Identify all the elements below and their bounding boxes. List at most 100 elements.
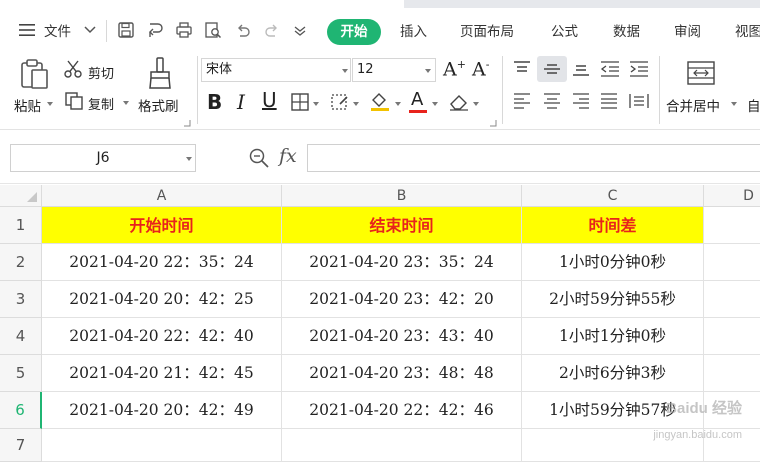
row-header-7[interactable]: 7 <box>0 429 42 462</box>
cell-d1[interactable] <box>704 207 760 244</box>
row-header-6-selected[interactable]: 6 <box>0 392 42 429</box>
font-name-select[interactable]: 宋体 <box>201 58 351 82</box>
row-header-2[interactable]: 2 <box>0 244 42 281</box>
row-header-5[interactable]: 5 <box>0 355 42 392</box>
copy-icon[interactable] <box>64 91 84 111</box>
group-launcher-icon[interactable] <box>183 119 191 127</box>
cell-b7[interactable] <box>282 429 522 462</box>
decrease-indent-icon[interactable] <box>599 60 621 78</box>
cell-d4[interactable] <box>704 318 760 355</box>
data-cell[interactable]: 2021-04-20 20：42：49 <box>42 392 282 429</box>
data-cell[interactable]: 2021-04-20 22：35：24 <box>42 244 282 281</box>
header-cell-end-time[interactable]: 结束时间 <box>282 207 522 244</box>
data-cell[interactable]: 2021-04-20 23：43：40 <box>282 318 522 355</box>
distributed-align-icon[interactable] <box>628 92 650 110</box>
hamburger-menu-icon[interactable] <box>18 23 36 37</box>
paste-icon[interactable] <box>18 58 50 90</box>
tab-insert[interactable]: 插入 <box>400 20 427 40</box>
column-header-a[interactable]: A <box>42 185 282 207</box>
underline-icon[interactable]: U <box>262 88 277 112</box>
tab-review[interactable]: 审阅 <box>674 20 701 40</box>
row-header-4[interactable]: 4 <box>0 318 42 355</box>
print-icon[interactable] <box>175 21 193 39</box>
clear-format-icon[interactable] <box>448 92 470 112</box>
cell-style-dropdown-caret[interactable] <box>353 102 359 106</box>
increase-indent-icon[interactable] <box>628 60 650 78</box>
decrease-font-size-icon[interactable]: A- <box>472 58 489 80</box>
align-left-icon[interactable] <box>512 92 532 110</box>
file-menu[interactable]: 文件 <box>44 20 71 40</box>
group-launcher-icon[interactable] <box>489 119 497 127</box>
function-icon[interactable]: fx <box>279 145 297 167</box>
tab-formulas[interactable]: 公式 <box>551 20 578 40</box>
paste-dropdown-caret[interactable] <box>47 102 53 106</box>
copy-button[interactable]: 复制 <box>88 94 114 113</box>
copy-dropdown-caret[interactable] <box>123 101 129 105</box>
font-size-select[interactable]: 12 <box>352 58 436 82</box>
merge-center-icon[interactable] <box>686 60 716 86</box>
data-cell[interactable]: 1小时1分钟0秒 <box>522 318 704 355</box>
clear-format-dropdown-caret[interactable] <box>473 102 479 106</box>
chevron-down-icon[interactable] <box>84 25 96 35</box>
border-icon[interactable] <box>290 92 310 112</box>
data-cell[interactable]: 2021-04-20 23：48：48 <box>282 355 522 392</box>
fill-color-icon[interactable] <box>369 90 391 112</box>
merge-center-button[interactable]: 合并居中 <box>666 95 720 115</box>
italic-icon[interactable]: I <box>237 90 245 114</box>
export-icon[interactable] <box>146 21 164 39</box>
format-painter-button[interactable]: 格式刷 <box>138 95 179 115</box>
data-cell[interactable]: 2021-04-20 20：42：25 <box>42 281 282 318</box>
data-cell[interactable]: 2小时59分钟55秒 <box>522 281 704 318</box>
data-cell[interactable]: 1小时0分钟0秒 <box>522 244 704 281</box>
column-header-d[interactable]: D <box>704 185 760 207</box>
data-cell[interactable]: 2小时6分钟3秒 <box>522 355 704 392</box>
cell-style-icon[interactable] <box>330 92 350 112</box>
name-box[interactable]: J6 <box>10 144 196 172</box>
row-header-1[interactable]: 1 <box>0 207 42 244</box>
data-cell[interactable]: 2021-04-20 22：42：40 <box>42 318 282 355</box>
align-bottom-icon[interactable] <box>571 60 591 78</box>
formula-input[interactable] <box>307 144 760 172</box>
data-cell[interactable]: 2021-04-20 23：35：24 <box>282 244 522 281</box>
border-dropdown-caret[interactable] <box>313 102 319 106</box>
undo-icon[interactable] <box>234 21 252 39</box>
justify-icon[interactable] <box>599 92 619 110</box>
data-cell[interactable]: 2021-04-20 23：42：20 <box>282 281 522 318</box>
merge-dropdown-caret[interactable] <box>731 102 737 106</box>
auto-wrap-button[interactable]: 自 <box>747 95 760 115</box>
bold-icon[interactable]: B <box>207 90 222 114</box>
align-middle-icon[interactable] <box>542 60 562 78</box>
header-cell-start-time[interactable]: 开始时间 <box>42 207 282 244</box>
print-preview-icon[interactable] <box>204 21 222 39</box>
zoom-search-icon[interactable] <box>248 147 270 169</box>
tab-page-layout[interactable]: 页面布局 <box>460 20 514 40</box>
more-commands-icon[interactable] <box>293 24 307 36</box>
redo-icon[interactable] <box>263 21 281 39</box>
select-all-corner[interactable] <box>0 185 42 207</box>
cell-d3[interactable] <box>704 281 760 318</box>
align-center-icon[interactable] <box>542 92 562 110</box>
cut-button[interactable]: 剪切 <box>88 63 114 82</box>
font-color-icon[interactable]: A <box>411 89 423 110</box>
tab-view[interactable]: 视图 <box>735 20 760 40</box>
data-cell[interactable]: 2021-04-20 22：42：46 <box>282 392 522 429</box>
cell-a7[interactable] <box>42 429 282 462</box>
font-color-dropdown-caret[interactable] <box>432 102 438 106</box>
tab-data[interactable]: 数据 <box>613 20 640 40</box>
save-icon[interactable] <box>117 21 135 39</box>
column-header-b[interactable]: B <box>282 185 522 207</box>
cell-d5[interactable] <box>704 355 760 392</box>
row-header-3[interactable]: 3 <box>0 281 42 318</box>
align-right-icon[interactable] <box>571 92 591 110</box>
data-cell[interactable]: 2021-04-20 21：42：45 <box>42 355 282 392</box>
tab-home[interactable]: 开始 <box>327 19 381 45</box>
align-top-icon[interactable] <box>512 60 532 78</box>
fill-color-dropdown-caret[interactable] <box>395 102 401 106</box>
increase-font-size-icon[interactable]: A+ <box>443 58 466 80</box>
cell-d2[interactable] <box>704 244 760 281</box>
column-header-c[interactable]: C <box>522 185 704 207</box>
paste-button[interactable]: 粘贴 <box>14 95 41 115</box>
scissors-icon[interactable] <box>63 59 83 79</box>
header-cell-time-diff[interactable]: 时间差 <box>522 207 704 244</box>
format-painter-icon[interactable] <box>146 56 174 90</box>
